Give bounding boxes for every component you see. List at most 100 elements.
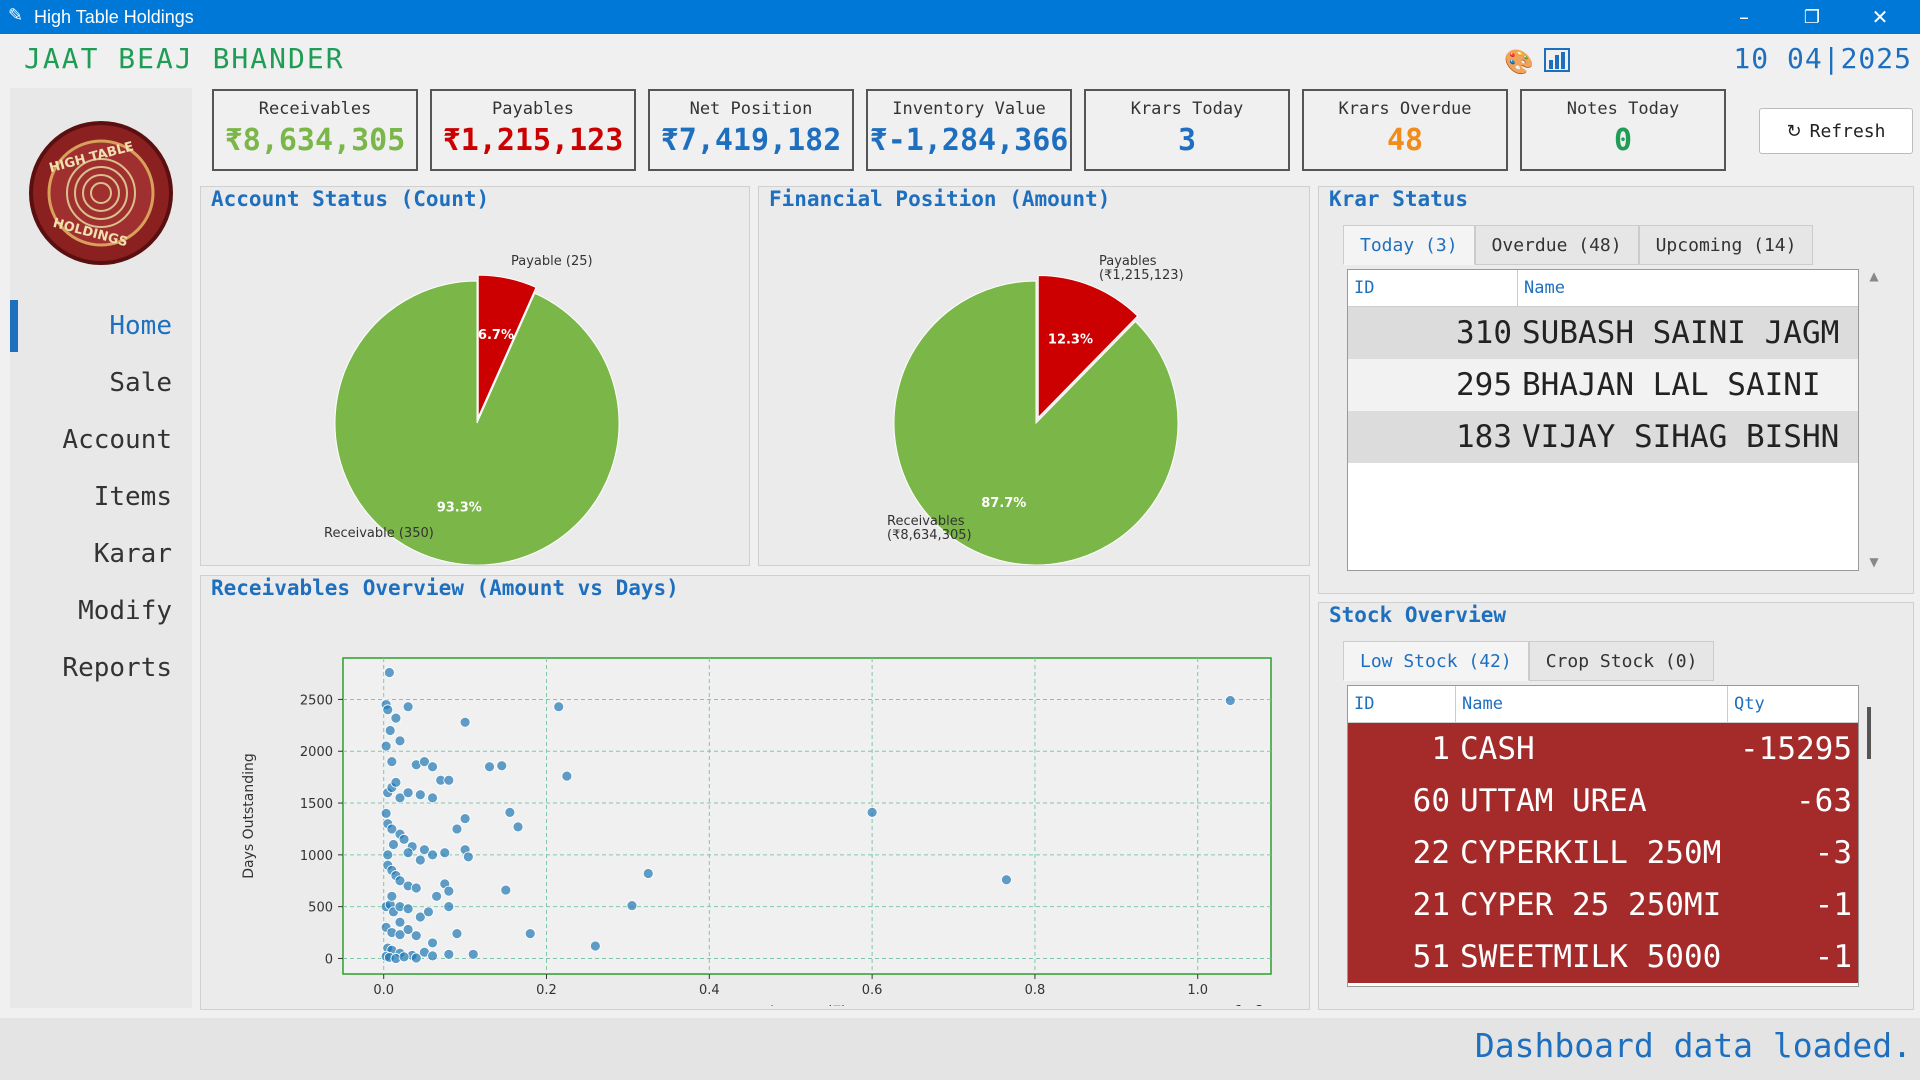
scatter-point [626,900,638,912]
stock-table-body: 1 CASH -15295 60 UTTAM UREA -63 22 CYPERKILL 25… [1348,723,1858,983]
stock-table: ID Name Qty 1 CASH -15295 60 UTTAM UREA -63 22… [1347,685,1859,987]
kpi-card-krars-today: Krars Today 3 [1084,89,1290,171]
scatter-point [451,823,463,835]
sidebar-item-reports[interactable]: Reports [10,642,192,694]
table-row[interactable]: 60 UTTAM UREA -63 [1348,775,1858,827]
krar-col-id[interactable]: ID [1348,270,1518,306]
sidebar-item-modify[interactable]: Modify [10,585,192,637]
tab-low[interactable]: Low Stock (42) [1343,641,1529,681]
restore-button[interactable]: ❐ [1784,0,1840,34]
stock-scrollbar-thumb[interactable] [1867,707,1871,759]
scroll-up-icon[interactable]: ▲ [1863,269,1885,283]
kpi-label: Payables [492,99,574,119]
account-status-panel: Account Status (Count) 6.7% Payable (25) 9… [200,186,750,566]
stock-row-id: 1 [1431,731,1450,767]
kpi-card-receivables: Receivables ₹8,634,305 [212,89,418,171]
kpi-card-krars-overdue: Krars Overdue 48 [1302,89,1508,171]
y-axis-label: Days Outstanding [241,753,257,879]
kpi-value: 0 [1613,123,1633,158]
sidebar: HIGH TABLE HOLDINGS Home Sale Account Items… [10,88,192,1008]
table-row[interactable]: 1 CASH -15295 [1348,723,1858,775]
scatter-point [394,916,406,928]
y-tick-label: 1500 [300,797,333,812]
krar-row-id: 183 [1456,419,1512,455]
scatter-point [496,760,508,772]
stock-row-id: 60 [1412,783,1450,819]
scatter-point [402,903,414,915]
scatter-point [382,704,394,716]
pie-slice-label: Payable (25) [511,254,593,269]
close-button[interactable]: ✕ [1852,0,1908,34]
pie-slice-sublabel: (₹1,215,123) [1099,268,1184,283]
krar-scrollbar[interactable]: ▲ ▼ [1863,269,1885,569]
scroll-down-icon[interactable]: ▼ [1863,555,1885,569]
table-row[interactable]: 310 SUBASH SAINI JAGM [1348,307,1858,359]
krar-status-panel: Krar Status Today (3) Overdue (48) Upcomin… [1318,186,1914,594]
kpi-value: 48 [1386,123,1424,158]
scatter-point [642,868,654,879]
minimize-button[interactable]: – [1716,0,1772,34]
stock-col-name[interactable]: Name [1456,686,1728,722]
stock-row-name: CASH [1460,731,1535,767]
table-row[interactable]: 295 BHAJAN LAL SAINI [1348,359,1858,411]
window-titlebar: ✎ High Table Holdings – ❐ ✕ [0,0,1920,34]
scatter-point [410,882,422,894]
sidebar-item-home[interactable]: Home [10,300,192,352]
pie-slice-label: Receivable (350) [324,526,434,541]
krar-col-name[interactable]: Name [1518,270,1858,306]
sidebar-item-sale[interactable]: Sale [10,357,192,409]
pie-pct-label: 93.3% [437,500,482,515]
tab-crop[interactable]: Crop Stock (0) [1528,641,1715,681]
stock-row-name: SWEETMILK 5000 [1460,939,1722,975]
sidebar-item-account[interactable]: Account [10,414,192,466]
scatter-point [443,885,455,897]
scatter-point [589,940,601,952]
stock-tabs: Low Stock (42) Crop Stock (0) [1343,641,1715,681]
sidebar-item-items[interactable]: Items [10,471,192,523]
account-status-pie: 6.7% Payable (25) 93.3%Receivable (350) [324,254,620,565]
brand-title: JAAT BEAJ BHANDER [24,42,345,75]
y-tick-label: 2500 [300,693,333,708]
krar-table-body: 310 SUBASH SAINI JAGM 295 BHAJAN LAL SAINI 1… [1348,307,1858,463]
account-status-title: Account Status (Count) [211,187,490,211]
app-header: JAAT BEAJ BHANDER 🎨 10 04|2025 [0,34,1920,82]
table-row[interactable]: 183 VIJAY SIHAG BISHN [1348,411,1858,463]
scatter-point [427,950,438,962]
scatter-point [427,937,438,949]
kpi-label: Notes Today [1566,99,1680,119]
tab-today[interactable]: Today (3) [1343,225,1475,265]
scatter-point [443,774,455,786]
scatter-point [431,890,443,902]
scatter-point [462,851,474,863]
palette-icon[interactable]: 🎨 [1504,48,1534,76]
scatter-point [386,756,398,768]
status-bar: Dashboard data loaded. [0,1018,1920,1080]
stock-overview-panel: Stock Overview Low Stock (42) Crop Stock … [1318,602,1914,1010]
x-offset-label: 1e6 [1235,1002,1263,1006]
scatter-point [467,948,479,960]
table-row[interactable]: 51 SWEETMILK 5000 -1 [1348,931,1858,983]
stock-col-qty[interactable]: Qty [1728,686,1858,722]
receivables-overview-title: Receivables Overview (Amount vs Days) [211,576,679,600]
x-tick-label: 0.0 [373,983,394,998]
scatter-point [484,761,495,773]
scatter-point [512,821,524,833]
scatter-point [410,930,422,942]
status-message: Dashboard data loaded. [1474,1026,1912,1065]
refresh-button[interactable]: ↻ Refresh [1759,108,1913,154]
y-tick-label: 0 [325,952,333,967]
stock-row-name: CYPER 25 250MI [1460,887,1722,923]
table-row[interactable]: 22 CYPERKILL 250M -3 [1348,827,1858,879]
scatter-point [524,928,536,939]
stock-col-id[interactable]: ID [1348,686,1456,722]
tab-overdue[interactable]: Overdue (48) [1474,225,1639,265]
chart-icon[interactable] [1544,48,1570,78]
table-row[interactable]: 21 CYPER 25 250MI -1 [1348,879,1858,931]
sidebar-item-karar[interactable]: Karar [10,528,192,580]
refresh-icon: ↻ [1786,120,1802,142]
app-feather-icon: ✎ [8,5,24,26]
window-title: High Table Holdings [34,7,194,27]
header-date: 10 04|2025 [1733,42,1912,75]
krar-row-id: 310 [1456,315,1512,351]
tab-upcoming[interactable]: Upcoming (14) [1638,225,1814,265]
